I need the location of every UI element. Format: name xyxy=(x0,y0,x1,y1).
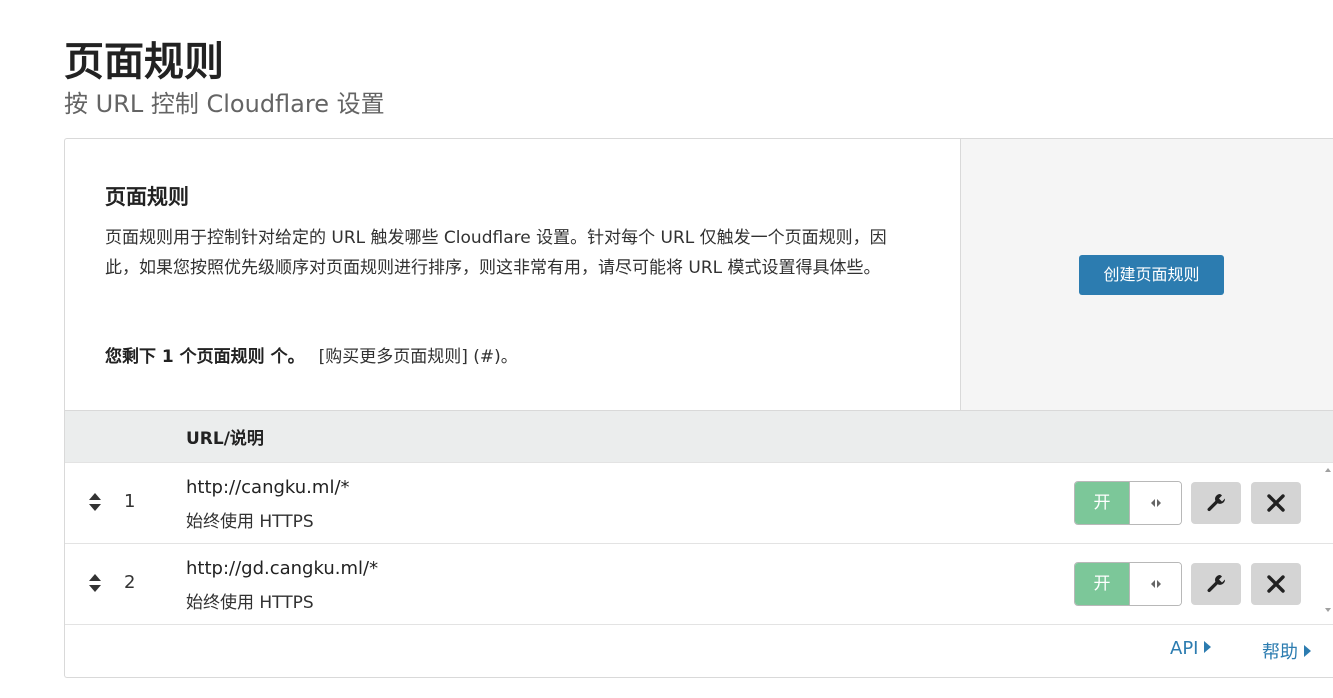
edit-rule-button[interactable] xyxy=(1191,482,1241,524)
page-rules-card: 页面规则 页面规则用于控制针对给定的 URL 触发哪些 Cloudflare 设… xyxy=(64,138,1333,678)
help-link-label: 帮助 xyxy=(1262,642,1298,663)
intro-title: 页面规则 xyxy=(105,185,189,209)
table-header: URL/说明 xyxy=(65,410,1333,463)
column-header-url: URL/说明 xyxy=(186,429,264,449)
page-title: 页面规则 xyxy=(64,39,224,85)
page-subtitle: 按 URL 控制 Cloudflare 设置 xyxy=(64,90,385,118)
toggle-on-label: 开 xyxy=(1075,563,1129,605)
scroll-down-arrow-icon[interactable] xyxy=(1325,608,1331,612)
sort-arrows-icon[interactable] xyxy=(87,491,103,513)
edit-rule-button[interactable] xyxy=(1191,563,1241,605)
toggle-on-label: 开 xyxy=(1075,482,1129,524)
rule-priority: 2 xyxy=(124,572,136,593)
create-page-rule-button[interactable]: 创建页面规则 xyxy=(1079,255,1224,295)
create-panel: 创建页面规则 xyxy=(960,139,1333,410)
help-link[interactable]: 帮助 xyxy=(1262,638,1311,664)
api-link[interactable]: API xyxy=(1170,638,1212,659)
delete-rule-button[interactable] xyxy=(1251,482,1301,524)
caret-right-icon xyxy=(1204,641,1212,653)
left-right-arrows-icon xyxy=(1151,580,1161,588)
wrench-icon xyxy=(1207,575,1226,593)
rule-description: 始终使用 HTTPS xyxy=(186,512,314,532)
remaining-rules-text: 您剩下 1 个页面规则 个。 [购买更多页面规则] (#)。 xyxy=(105,343,518,371)
rule-priority: 1 xyxy=(124,491,136,512)
table-row: 1 http://cangku.ml/* 始终使用 HTTPS 开 xyxy=(65,462,1333,544)
rule-url: http://cangku.ml/* xyxy=(186,477,350,498)
close-icon xyxy=(1267,575,1285,593)
scroll-up-arrow-icon[interactable] xyxy=(1325,468,1331,472)
sort-arrows-icon[interactable] xyxy=(87,572,103,594)
delete-rule-button[interactable] xyxy=(1251,563,1301,605)
left-right-arrows-icon xyxy=(1151,499,1161,507)
table-row: 2 http://gd.cangku.ml/* 始终使用 HTTPS 开 xyxy=(65,543,1333,625)
rule-url: http://gd.cangku.ml/* xyxy=(186,558,379,579)
api-link-label: API xyxy=(1170,638,1199,659)
buy-more-link[interactable]: [购买更多页面规则] (#)。 xyxy=(319,347,518,367)
card-footer: API 帮助 xyxy=(65,624,1333,677)
intro-description: 页面规则用于控制针对给定的 URL 触发哪些 Cloudflare 设置。针对每… xyxy=(105,228,887,278)
toggle-handle xyxy=(1129,563,1181,605)
wrench-icon xyxy=(1207,494,1226,512)
rule-toggle[interactable]: 开 xyxy=(1074,481,1182,525)
close-icon xyxy=(1267,494,1285,512)
toggle-handle xyxy=(1129,482,1181,524)
rule-description: 始终使用 HTTPS xyxy=(186,593,314,613)
table-scrollbar[interactable] xyxy=(1321,462,1333,622)
rule-toggle[interactable]: 开 xyxy=(1074,562,1182,606)
caret-right-icon xyxy=(1304,645,1311,657)
intro-panel: 页面规则 页面规则用于控制针对给定的 URL 触发哪些 Cloudflare 设… xyxy=(65,139,960,410)
remaining-count: 您剩下 1 个页面规则 个。 xyxy=(105,347,305,367)
